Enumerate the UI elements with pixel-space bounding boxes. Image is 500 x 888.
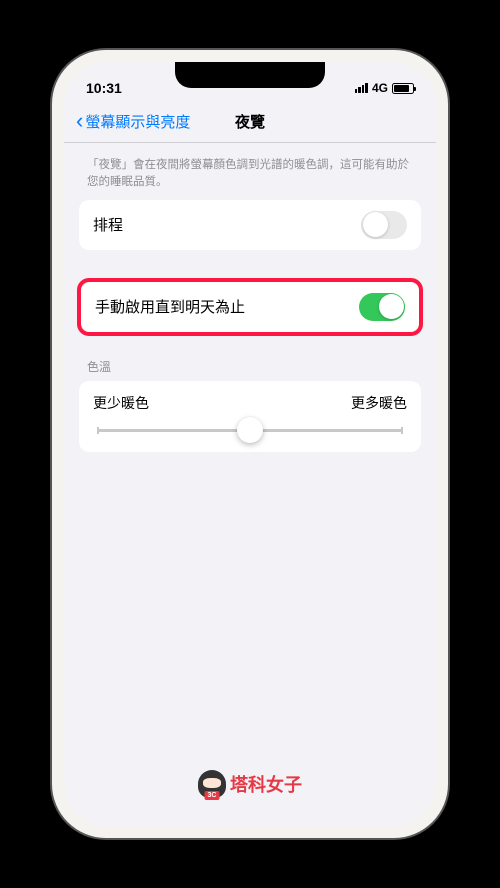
schedule-label: 排程 — [93, 214, 123, 235]
more-warm-label: 更多暖色 — [351, 393, 407, 413]
page-title: 夜覽 — [235, 111, 265, 132]
less-warm-label: 更少暖色 — [93, 393, 149, 413]
back-button[interactable]: ‹ 螢幕顯示與亮度 — [76, 110, 190, 132]
network-label: 4G — [372, 81, 388, 95]
schedule-group: 排程 — [79, 200, 421, 250]
description-text: 「夜覽」會在夜間將螢幕顏色調到光譜的暖色調，這可能有助於您的睡眠品質。 — [79, 143, 421, 200]
color-temp-slider[interactable] — [97, 429, 403, 432]
manual-group: 手動啟用直到明天為止 — [81, 282, 419, 332]
nav-bar: ‹ 螢幕顯示與亮度 夜覽 — [64, 102, 436, 143]
battery-icon — [392, 83, 414, 94]
watermark: 3C 塔科女子 — [198, 770, 302, 798]
schedule-toggle[interactable] — [361, 211, 407, 239]
manual-toggle[interactable] — [359, 293, 405, 321]
chevron-left-icon: ‹ — [76, 110, 83, 132]
color-temp-group: 更少暖色 更多暖色 — [79, 381, 421, 452]
manual-label: 手動啟用直到明天為止 — [95, 296, 245, 317]
content: 「夜覽」會在夜間將螢幕顏色調到光譜的暖色調，這可能有助於您的睡眠品質。 排程 手… — [64, 143, 436, 452]
highlight-annotation: 手動啟用直到明天為止 — [77, 278, 423, 336]
phone-frame: 10:31 4G ‹ 螢幕顯示與亮度 夜覽 「夜覽」會在夜間將螢幕顏色調到光譜的… — [52, 50, 448, 838]
mascot-icon: 3C — [198, 770, 226, 798]
signal-icon — [355, 83, 368, 93]
schedule-cell[interactable]: 排程 — [79, 200, 421, 250]
phone-screen: 10:31 4G ‹ 螢幕顯示與亮度 夜覽 「夜覽」會在夜間將螢幕顏色調到光譜的… — [64, 62, 436, 826]
watermark-text: 塔科女子 — [230, 771, 302, 797]
manual-enable-cell[interactable]: 手動啟用直到明天為止 — [81, 282, 419, 332]
slider-labels: 更少暖色 更多暖色 — [93, 393, 407, 413]
status-right: 4G — [355, 81, 414, 95]
color-temp-header: 色溫 — [79, 358, 421, 381]
status-time: 10:31 — [86, 80, 122, 96]
notch — [175, 62, 325, 88]
back-label: 螢幕顯示與亮度 — [85, 111, 190, 132]
